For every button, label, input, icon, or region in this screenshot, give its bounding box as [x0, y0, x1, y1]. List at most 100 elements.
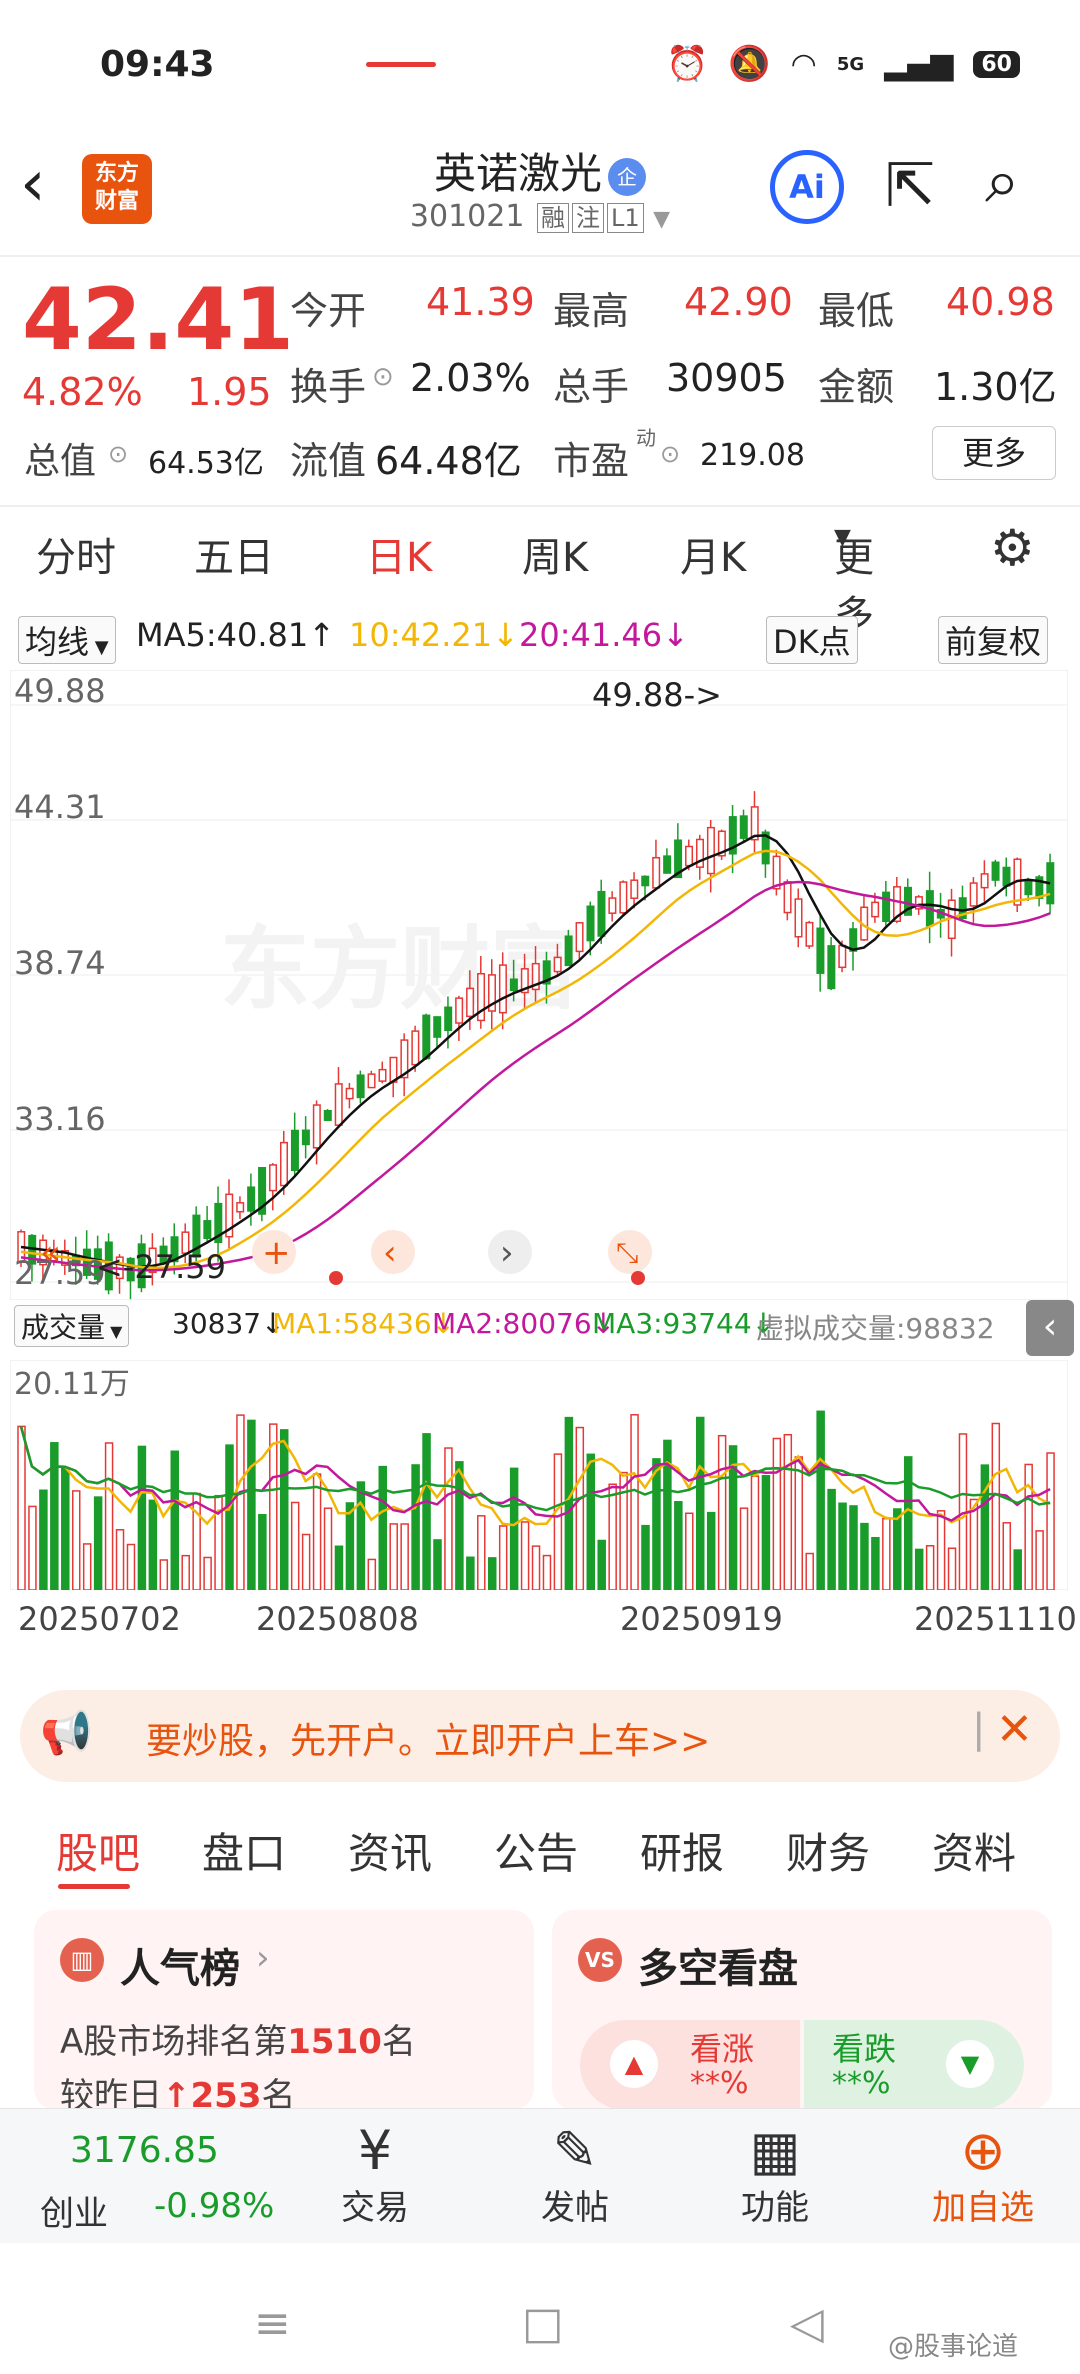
- more-button[interactable]: 更多: [932, 426, 1056, 480]
- dk-point-button[interactable]: DK点: [766, 616, 858, 664]
- volume-bar: [794, 1456, 804, 1590]
- volume-bar: [367, 1558, 377, 1590]
- double-chevron-left-icon[interactable]: «: [40, 1233, 61, 1273]
- tab-research[interactable]: 研报: [640, 1820, 724, 1881]
- volume-bar: [706, 1511, 716, 1590]
- tag-registered: 注: [571, 203, 604, 233]
- share-icon[interactable]: ⇱: [885, 156, 935, 216]
- open-account-banner[interactable]: 📢 要炒股，先开户。立即开户上车>> | ✕: [20, 1690, 1060, 1782]
- tab-finance[interactable]: 财务: [786, 1820, 870, 1881]
- tab-profile[interactable]: 资料: [932, 1820, 1016, 1881]
- trade-button[interactable]: ¥ 交易: [330, 2122, 420, 2229]
- adjust-select[interactable]: 前复权: [938, 616, 1049, 664]
- volume-bar: [849, 1505, 858, 1590]
- info-icon[interactable]: ⊙: [660, 440, 680, 468]
- volume-bar: [772, 1437, 782, 1590]
- ai-button[interactable]: Ai: [770, 150, 844, 224]
- candle: [422, 1014, 431, 1060]
- tab-daily-k[interactable]: 日K: [366, 525, 432, 583]
- popularity-card[interactable]: ▥ 人气榜 › A股市场排名第1510名 较昨日↑253名: [34, 1910, 534, 2116]
- volume-bar: [477, 1515, 486, 1590]
- turnover-value: 2.03%: [410, 356, 531, 400]
- candle: [290, 1129, 299, 1172]
- volume-bar: [28, 1505, 37, 1590]
- candle: [619, 881, 628, 914]
- tab-intraday[interactable]: 分时: [36, 525, 116, 583]
- candle: [652, 856, 661, 889]
- volume-chart[interactable]: 20.11万: [10, 1360, 1068, 1590]
- low-label: 最低: [818, 289, 895, 333]
- volume-bar: [652, 1458, 661, 1590]
- date-label: 20250808: [256, 1600, 419, 1638]
- volume-bar: [50, 1442, 59, 1590]
- divider-bar: |: [972, 1706, 986, 1752]
- mktcap-label: 总值: [24, 441, 97, 482]
- volume-bar: [553, 1453, 563, 1590]
- pe-value: 219.08: [700, 438, 805, 473]
- bull-bear-card[interactable]: VS 多空看盘 ▲ 看涨 **% 看跌 **% ▼: [552, 1910, 1052, 2110]
- axis-label-1: 49.88: [14, 672, 106, 710]
- candle: [553, 956, 562, 973]
- event-dot[interactable]: [631, 1271, 645, 1285]
- bear-button[interactable]: 看跌 **% ▼: [804, 2020, 1024, 2110]
- candle: [991, 861, 1000, 881]
- triangle-down-icon: ▼: [946, 2040, 994, 2088]
- ma20-value: 20:41.46↓: [519, 616, 689, 654]
- active-tab-underline: [366, 62, 436, 67]
- volume-value: 30837↓: [172, 1307, 285, 1340]
- add-watchlist-button[interactable]: ⊕ 加自选: [918, 2122, 1048, 2229]
- expand-icon: ⤡: [616, 1236, 638, 1269]
- event-dot[interactable]: [329, 1271, 343, 1285]
- tab-monthly-k[interactable]: 月K: [680, 525, 746, 583]
- volume-bar: [323, 1507, 333, 1590]
- volume-bar: [61, 1466, 70, 1590]
- current-price: 42.41: [22, 270, 295, 370]
- volume-bar: [444, 1447, 453, 1590]
- header: ‹ 东方 财富 英诺激光企 301021 融注 L1 ▼ Ai ⇱ ⌕: [0, 140, 1080, 255]
- yen-cycle-icon: ¥: [357, 2119, 393, 2182]
- candle: [739, 815, 748, 839]
- volume-bar: [104, 1442, 114, 1590]
- close-icon[interactable]: ✕: [996, 1704, 1033, 1755]
- triangle-up-icon: ▲: [610, 2040, 658, 2088]
- tab-announcements[interactable]: 公告: [494, 1820, 578, 1881]
- float-value: 64.48亿: [375, 439, 522, 483]
- info-icon[interactable]: ⊙: [108, 440, 128, 468]
- menu-icon[interactable]: ≡: [254, 2298, 291, 2349]
- tab-news[interactable]: 资讯: [348, 1820, 432, 1881]
- alarm-icon: ⏰: [665, 44, 709, 84]
- tab-five-day[interactable]: 五日: [194, 525, 274, 583]
- amount-value: 1.30亿: [934, 365, 1057, 409]
- volume-bar: [783, 1433, 793, 1590]
- functions-button[interactable]: ▦ 功能: [730, 2122, 820, 2229]
- candle: [630, 879, 639, 899]
- turnover-label: 换手: [290, 365, 367, 409]
- volume-bar: [455, 1461, 464, 1590]
- info-icon[interactable]: ⊙: [372, 362, 394, 392]
- candle: [882, 891, 891, 922]
- tab-forum[interactable]: 股吧: [56, 1820, 140, 1881]
- volume-bar: [925, 1545, 935, 1590]
- volume-bar: [1024, 1463, 1033, 1590]
- change-amount: 1.95: [187, 370, 272, 414]
- settings-gear-icon[interactable]: ⚙: [990, 519, 1035, 577]
- volume-bar: [389, 1523, 398, 1590]
- open-value: 41.39: [426, 280, 535, 324]
- ma-select[interactable]: 均线 ▼: [18, 616, 116, 664]
- home-icon[interactable]: □: [522, 2298, 564, 2349]
- search-icon[interactable]: ⌕: [985, 150, 1020, 212]
- back-triangle-icon[interactable]: ◁: [790, 2298, 824, 2349]
- post-button[interactable]: ✎ 发帖: [530, 2122, 620, 2229]
- tab-weekly-k[interactable]: 周K: [522, 525, 588, 583]
- chevron-right-icon: ›: [256, 1938, 270, 1978]
- volume-select[interactable]: 成交量 ▼: [14, 1305, 130, 1347]
- candle: [608, 897, 617, 914]
- candle: [706, 826, 715, 875]
- candle: [827, 945, 836, 990]
- signal-icon: ▂▄▆: [884, 46, 954, 82]
- candlestick-chart[interactable]: 东方财富 49.88 44.31 38.74 33.16 27.59 49.88…: [10, 670, 1068, 1300]
- tab-orderbook[interactable]: 盘口: [202, 1820, 286, 1881]
- bull-button[interactable]: ▲ 看涨 **%: [580, 2020, 800, 2110]
- index-value[interactable]: 3176.85: [70, 2130, 219, 2171]
- collapse-panel-button[interactable]: ‹: [1026, 1300, 1074, 1356]
